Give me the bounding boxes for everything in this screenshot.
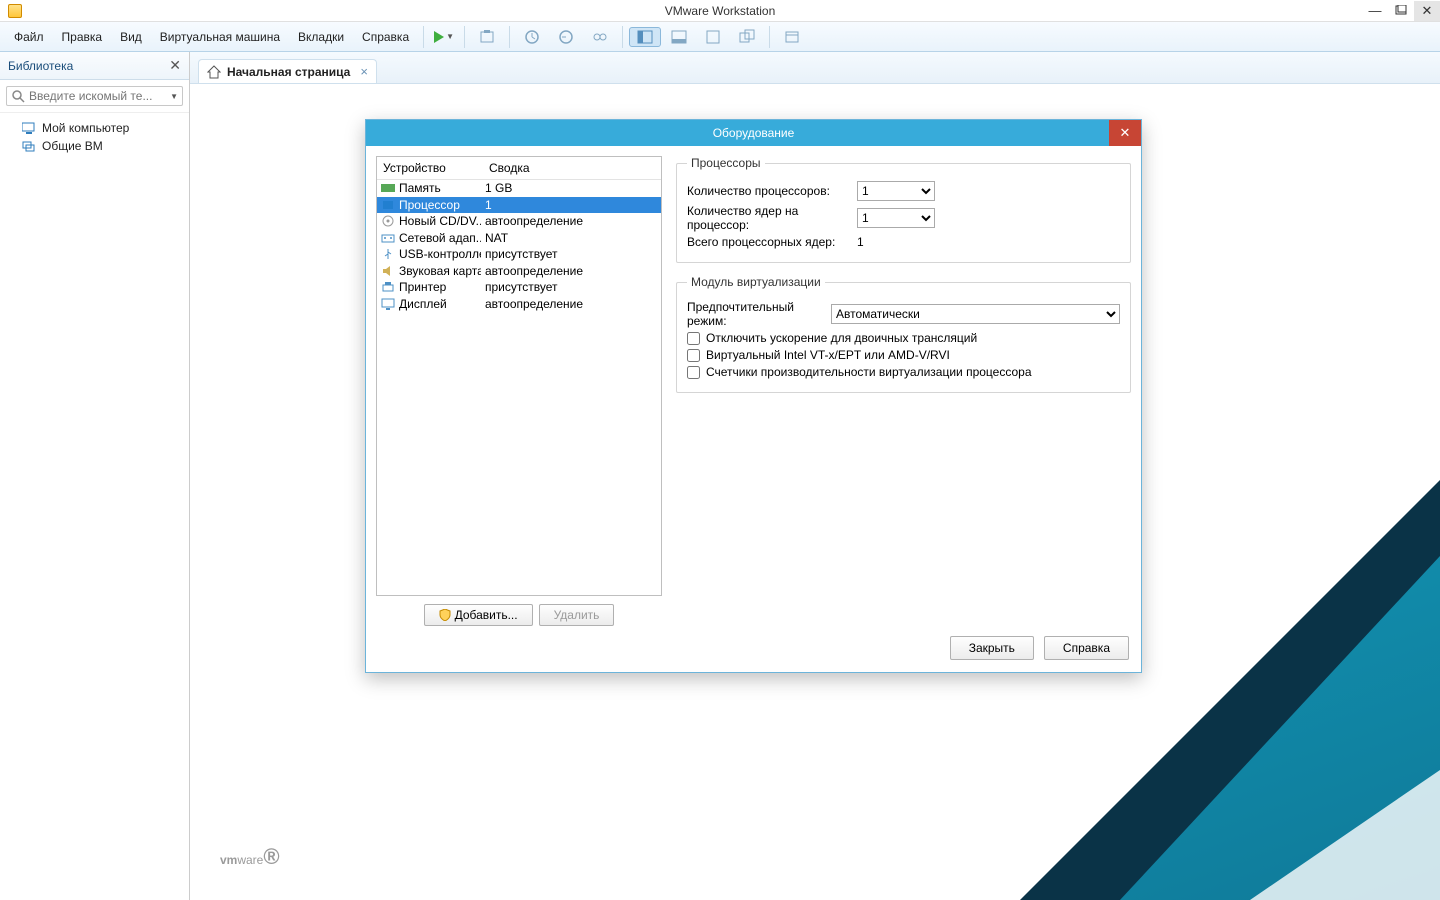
toolbar-snapshot-revert-button[interactable] xyxy=(550,27,582,47)
label-core-count: Количество ядер на процессор: xyxy=(687,204,849,232)
sidebar-title: Библиотека xyxy=(8,59,73,73)
sidebar-close-button[interactable]: ✕ xyxy=(169,57,181,74)
device-row[interactable]: USB-контроллерприсутствует xyxy=(377,246,661,263)
device-row[interactable]: Дисплейавтоопределение xyxy=(377,296,661,313)
menu-edit[interactable]: Правка xyxy=(54,26,111,48)
toolbar-play-button[interactable]: ▼ xyxy=(430,29,458,45)
device-row[interactable]: Звуковая картаавтоопределение xyxy=(377,263,661,280)
processors-group: Процессоры Количество процессоров: 1 Кол… xyxy=(676,156,1131,263)
add-device-button[interactable]: Добавить... xyxy=(424,604,533,626)
home-icon xyxy=(207,65,221,79)
device-row[interactable]: Память1 GB xyxy=(377,180,661,197)
shared-icon xyxy=(22,140,36,152)
shield-icon xyxy=(439,609,451,621)
chk-vtx[interactable] xyxy=(687,349,700,362)
tab-close-button[interactable]: × xyxy=(360,64,368,79)
sidebar-item-label: Мой компьютер xyxy=(42,121,129,135)
sidebar-item-shared-vms[interactable]: Общие ВМ xyxy=(4,137,185,155)
toolbar-view-console-button[interactable] xyxy=(663,27,695,47)
sidebar-item-label: Общие ВМ xyxy=(42,139,103,153)
virtualization-group: Модуль виртуализации Предпочтительный ре… xyxy=(676,275,1131,393)
menu-vm[interactable]: Виртуальная машина xyxy=(152,26,288,48)
window-maximize-button[interactable] xyxy=(1388,1,1414,21)
sidebar-item-my-computer[interactable]: Мой компьютер xyxy=(4,119,185,137)
label-total-cores: Всего процессорных ядер: xyxy=(687,235,849,249)
app-icon xyxy=(8,4,22,18)
settings-panel: Процессоры Количество процессоров: 1 Кол… xyxy=(676,156,1131,626)
chk-disable-accel-label: Отключить ускорение для двоичных трансля… xyxy=(706,331,977,345)
menubar: Файл Правка Вид Виртуальная машина Вклад… xyxy=(0,22,1440,52)
toolbar-snapshot-manager-button[interactable] xyxy=(584,27,616,47)
label-proc-count: Количество процессоров: xyxy=(687,184,849,198)
sidebar-tree: Мой компьютер Общие ВМ xyxy=(0,113,189,161)
device-list-header: Устройство Сводка xyxy=(377,157,661,180)
chk-perfcounters[interactable] xyxy=(687,366,700,379)
select-virt-mode[interactable]: Автоматически xyxy=(831,304,1120,324)
chk-disable-accel[interactable] xyxy=(687,332,700,345)
device-list[interactable]: Устройство Сводка Память1 GBПроцессор1Но… xyxy=(376,156,662,596)
tabstrip: Начальная страница × xyxy=(190,52,1440,84)
col-device: Устройство xyxy=(377,157,483,179)
device-row[interactable]: Новый CD/DV...автоопределение xyxy=(377,213,661,230)
dialog-close-button[interactable]: ✕ xyxy=(1109,120,1141,146)
processors-legend: Процессоры xyxy=(687,156,765,170)
select-proc-count[interactable]: 1 xyxy=(857,181,935,201)
toolbar-library-button[interactable] xyxy=(776,27,808,47)
dialog-title: Оборудование xyxy=(713,126,795,140)
sidebar-search-input[interactable] xyxy=(29,89,166,103)
device-panel: Устройство Сводка Память1 GBПроцессор1Но… xyxy=(376,156,662,626)
chevron-down-icon[interactable]: ▼ xyxy=(170,92,178,101)
library-sidebar: Библиотека ✕ ▼ Мой компьютер Общие ВМ xyxy=(0,52,190,900)
window-close-button[interactable]: ✕ xyxy=(1414,1,1440,21)
vmware-logo: vmware® xyxy=(220,844,280,870)
remove-device-button[interactable]: Удалить xyxy=(539,604,615,626)
chk-perfcounters-label: Счетчики производительности виртуализаци… xyxy=(706,365,1032,379)
search-icon xyxy=(11,89,25,103)
toolbar-snapshot-button[interactable] xyxy=(516,27,548,47)
dialog-titlebar[interactable]: Оборудование ✕ xyxy=(366,120,1141,146)
dialog-help-button[interactable]: Справка xyxy=(1044,636,1129,660)
sidebar-search[interactable]: ▼ xyxy=(6,86,183,106)
sidebar-header: Библиотека ✕ xyxy=(0,52,189,80)
value-total-cores: 1 xyxy=(857,235,864,249)
device-row[interactable]: Процессор1 xyxy=(377,197,661,214)
tab-home[interactable]: Начальная страница × xyxy=(198,59,377,83)
home-canvas: vmware® Оборудование ✕ Устройство xyxy=(190,84,1440,900)
toolbar-screenshot-button[interactable] xyxy=(471,27,503,47)
col-summary: Сводка xyxy=(483,157,536,179)
virtualization-legend: Модуль виртуализации xyxy=(687,275,825,289)
menu-view[interactable]: Вид xyxy=(112,26,150,48)
label-virt-mode: Предпочтительный режим: xyxy=(687,300,823,328)
window-minimize-button[interactable]: — xyxy=(1362,1,1388,21)
menu-tabs[interactable]: Вкладки xyxy=(290,26,352,48)
hardware-dialog: Оборудование ✕ Устройство Сводка П xyxy=(365,119,1142,673)
window-titlebar: VMware Workstation — ✕ xyxy=(0,0,1440,22)
device-row[interactable]: Сетевой адап...NAT xyxy=(377,230,661,247)
content-area: Начальная страница × vmware® Оборудовани… xyxy=(190,52,1440,900)
menu-help[interactable]: Справка xyxy=(354,26,417,48)
toolbar-unity-button[interactable] xyxy=(731,27,763,47)
device-row[interactable]: Принтерприсутствует xyxy=(377,279,661,296)
chk-vtx-label: Виртуальный Intel VT-x/EPT или AMD-V/RVI xyxy=(706,348,950,362)
toolbar-fullscreen-button[interactable] xyxy=(697,27,729,47)
computer-icon xyxy=(22,122,36,134)
menu-file[interactable]: Файл xyxy=(6,26,52,48)
tab-label: Начальная страница xyxy=(227,65,350,79)
window-title: VMware Workstation xyxy=(665,4,775,18)
select-core-count[interactable]: 1 xyxy=(857,208,935,228)
dialog-footer: Закрыть Справка xyxy=(376,636,1131,662)
toolbar-view-sidebar-button[interactable] xyxy=(629,27,661,47)
dialog-ok-button[interactable]: Закрыть xyxy=(950,636,1034,660)
